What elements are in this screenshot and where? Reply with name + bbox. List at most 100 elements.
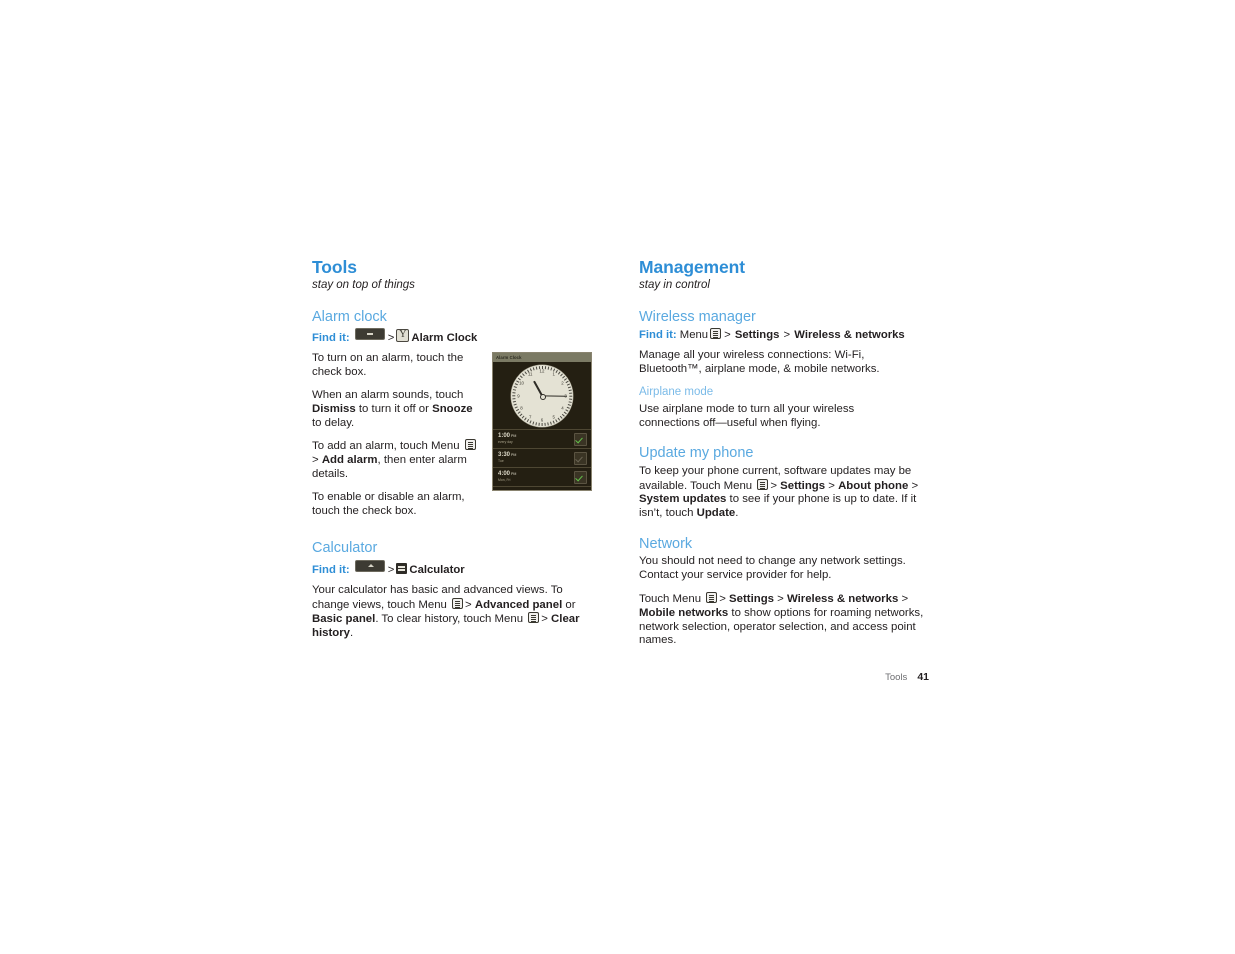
term-snooze: Snooze: [432, 402, 473, 415]
menu-icon[interactable]: [757, 478, 769, 490]
heading-update-my-phone: Update my phone: [639, 445, 754, 462]
clock-number: 12: [539, 368, 545, 374]
text-frag: to delay.: [312, 416, 355, 429]
alarm-days: every day: [498, 440, 513, 444]
clock-number: 4: [561, 405, 564, 411]
term-about-phone: About phone: [838, 479, 909, 492]
screenshot-title-bar: Alarm Clock: [493, 353, 591, 362]
alarm-info: 4:00PM Mon, Fri: [498, 471, 574, 483]
heading-alarm-clock: Alarm clock: [312, 309, 387, 326]
alarm-time-ampm: PM: [511, 472, 517, 476]
menu-icon[interactable]: [452, 597, 464, 609]
term-advanced-panel: Advanced panel: [474, 598, 563, 611]
alarm-days: Mon, Fri: [498, 478, 511, 482]
clock-number: 6: [540, 417, 544, 423]
find-it-alarm-clock: Find it: > Alarm Clock: [312, 328, 602, 346]
find-it-wireless-manager: Find it: Menu > Settings > Wireless & net…: [639, 328, 929, 343]
clock-number: 10: [519, 380, 524, 386]
clock-number: 1: [552, 371, 555, 377]
subheading-airplane-mode: Airplane mode: [639, 386, 714, 399]
find-it-calculator: Find it: > Calculator: [312, 559, 602, 578]
text-frag: .: [735, 507, 739, 520]
text-frag: When an alarm sounds, touch: [312, 389, 464, 402]
alarm-info: 3:30PM Tue: [498, 452, 574, 464]
paragraph-update-my-phone: To keep your phone current, software upd…: [639, 465, 927, 521]
term-mobile-networks: Mobile networks: [639, 606, 729, 619]
term-dismiss: Dismiss: [312, 402, 356, 415]
breadcrumb-separator: >: [465, 598, 475, 611]
breadcrumb-separator: >: [770, 479, 781, 492]
breadcrumb-separator: >: [783, 329, 791, 342]
breadcrumb-separator: >: [825, 479, 839, 492]
clock-number: 5: [552, 414, 555, 420]
alarm-time: 4:00PM: [498, 471, 574, 478]
text-frag: to turn it off or: [355, 402, 433, 415]
page-title-tools: Tools: [312, 257, 357, 277]
breadcrumb-separator: >: [387, 332, 395, 345]
alarm-checkbox[interactable]: [574, 470, 587, 484]
term-settings: Settings: [729, 592, 774, 605]
find-it-menu-label: Menu: [679, 329, 709, 342]
find-it-label: Find it:: [639, 329, 677, 342]
screenshot-bottom-area: [493, 486, 591, 490]
paragraph-wireless-connections: Manage all your wireless connections: Wi…: [639, 349, 880, 376]
menu-icon[interactable]: [464, 439, 476, 451]
alarm-list-item[interactable]: 1:00PM every day: [493, 429, 591, 448]
breadcrumb-separator: >: [719, 592, 730, 605]
menu-icon[interactable]: [710, 328, 722, 340]
term-settings: Settings: [780, 479, 826, 492]
paragraph-alarm-sounds: When an alarm sounds, touch Dismiss to t…: [312, 389, 482, 430]
alarm-time-value: 3:30: [498, 452, 511, 458]
term-add-alarm: Add alarm: [321, 454, 378, 467]
find-it-app-label: Alarm Clock: [411, 332, 478, 345]
menu-icon[interactable]: [528, 612, 540, 624]
alarm-checkbox[interactable]: [574, 451, 587, 465]
alarm-time: 3:30PM: [498, 452, 574, 459]
term-wireless-networks: Wireless & networks: [794, 329, 905, 342]
paragraph-airplane-mode: Use airplane mode to turn all your wirel…: [639, 402, 855, 429]
text-frag: or: [562, 598, 576, 611]
paragraph-network-settings: You should not need to change any networ…: [639, 555, 906, 582]
breadcrumb-separator: >: [911, 479, 919, 492]
manual-page: Tools stay on top of things Alarm clock …: [0, 0, 1235, 954]
term-system-updates: System updates: [639, 493, 727, 506]
breadcrumb-separator: >: [387, 563, 395, 576]
alarm-time-value: 1:00: [498, 433, 511, 439]
find-it-app-label: Calculator: [409, 563, 465, 576]
breadcrumb-separator: >: [773, 592, 787, 605]
paragraph-add-alarm: To add an alarm, touch Menu > Add alarm,…: [312, 439, 484, 481]
alarm-days: Tue: [498, 459, 504, 463]
term-settings: Settings: [734, 329, 780, 342]
term-update: Update: [696, 507, 736, 520]
alarm-time: 1:00PM: [498, 433, 574, 440]
clock-number: 2: [561, 380, 564, 386]
alarm-info: 1:00PM every day: [498, 433, 574, 445]
alarm-time-ampm: PM: [511, 453, 517, 457]
term-wireless-networks: Wireless & networks: [786, 592, 899, 605]
calculator-app-icon[interactable]: [396, 562, 408, 574]
phone-screenshot-alarm-clock: Alarm Clock 12 1 2 4 5 6 7 8 9 10 11 1:0…: [492, 352, 592, 491]
alarm-list-item[interactable]: 4:00PM Mon, Fri: [493, 467, 591, 486]
text-frag: Touch Menu: [639, 592, 705, 605]
page-footer: Tools 41: [639, 671, 929, 683]
paragraph-mobile-networks: Touch Menu > Settings > Wireless & netwo…: [639, 591, 927, 648]
find-it-label: Find it:: [312, 563, 350, 576]
analog-clock-face: 12 1 2 3 4 5 6 7 8 9 10 11: [511, 364, 573, 427]
right-column: Management stay in control Wireless mana…: [639, 257, 929, 657]
footer-page-number: 41: [917, 671, 929, 683]
app-launcher-icon[interactable]: [354, 328, 385, 341]
alarm-clock-app-icon[interactable]: [396, 328, 410, 343]
text-frag: . To clear history, touch Menu: [375, 613, 527, 626]
clock-number: 7: [528, 414, 532, 420]
term-basic-panel: Basic panel: [312, 613, 376, 626]
heading-wireless-manager: Wireless manager: [639, 309, 756, 326]
alarm-list-item[interactable]: 3:30PM Tue: [493, 448, 591, 467]
menu-icon[interactable]: [706, 591, 718, 603]
footer-section-label: Tools: [885, 672, 908, 683]
alarm-checkbox[interactable]: [574, 432, 587, 446]
alarm-time-value: 4:00: [498, 471, 511, 477]
text-frag: To add an alarm, touch Menu: [312, 440, 463, 453]
app-launcher-icon[interactable]: [354, 559, 385, 572]
breadcrumb-separator: >: [312, 454, 322, 467]
paragraph-enable-disable-alarm: To enable or disable an alarm, touch the…: [312, 490, 465, 517]
